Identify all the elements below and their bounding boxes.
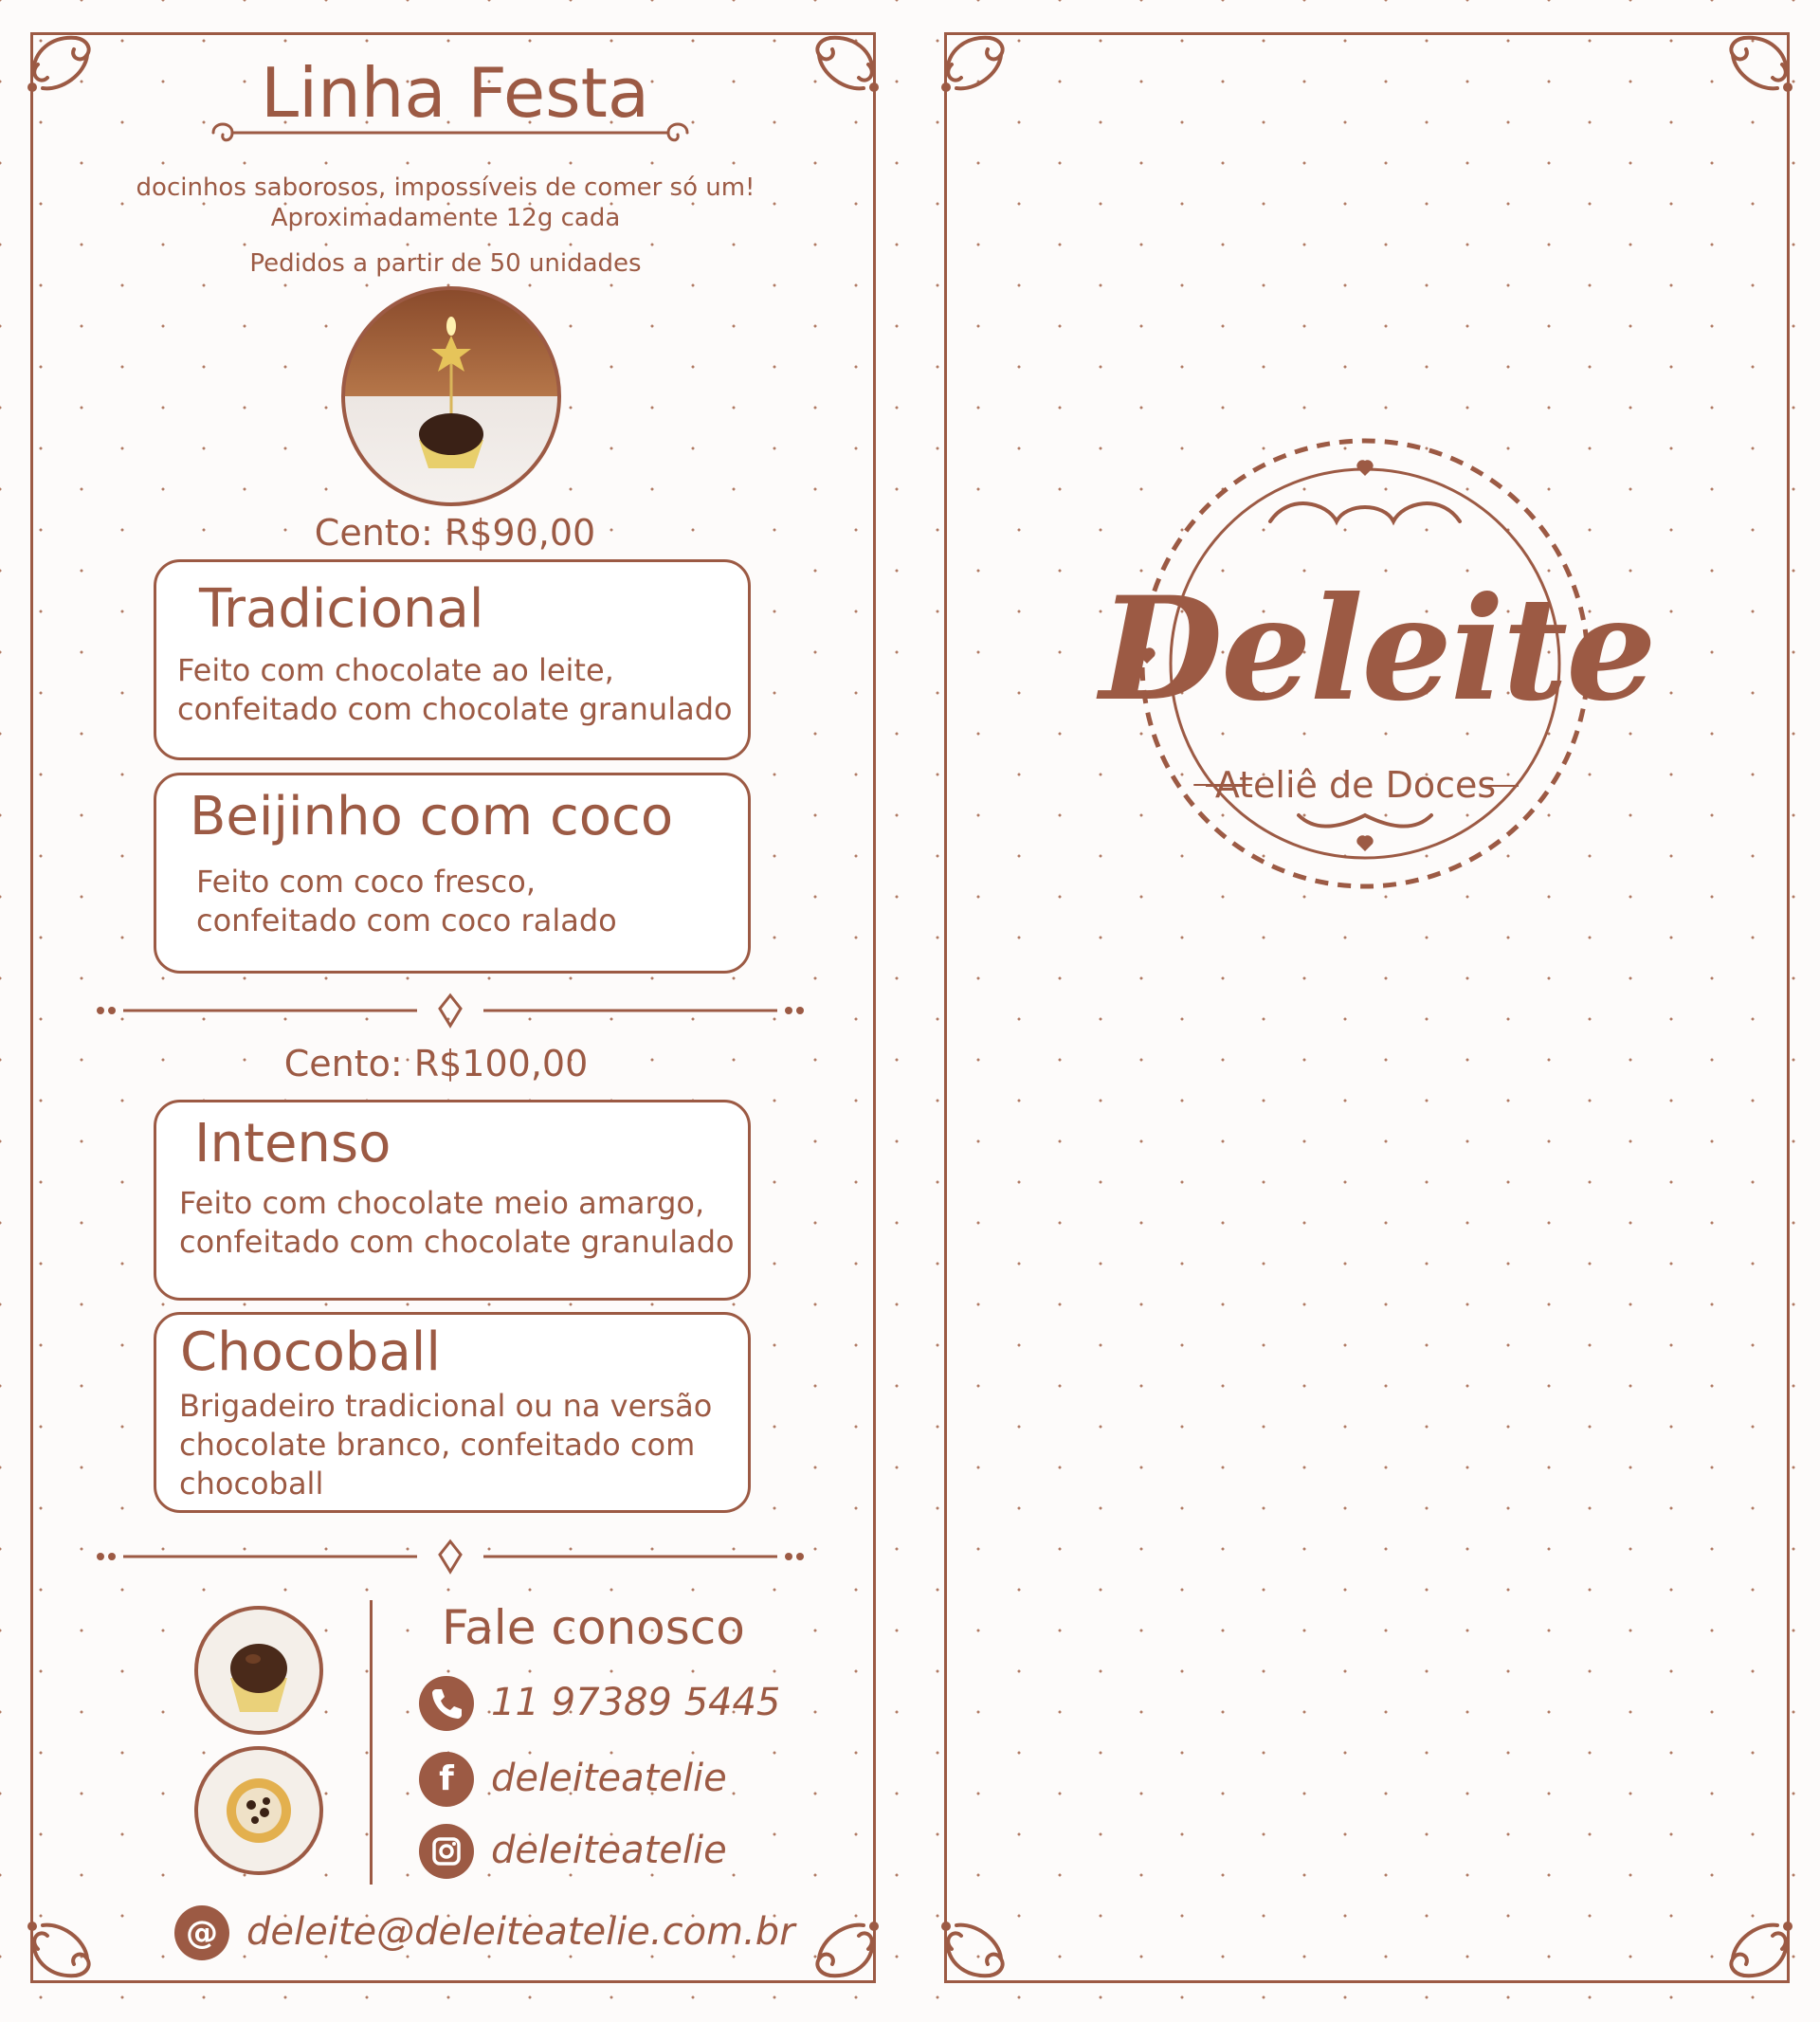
corner-ornament-icon <box>27 1922 91 1978</box>
corner-ornament-icon <box>1729 1922 1793 1978</box>
phone-number-link[interactable]: 11 97389 5445 <box>491 1680 780 1725</box>
item-description-line2: confeitado com chocolate granulado <box>179 1224 735 1260</box>
brigadeiro-photo-small-2 <box>194 1746 323 1875</box>
brigadeiro-illustration-icon <box>230 1644 287 1712</box>
brigadeiro-candle-photo <box>341 286 561 506</box>
item-description-line3: chocoball <box>179 1466 324 1502</box>
brand-logo-text: Deleite <box>1100 566 1657 733</box>
item-description-line2: confeitado com coco ralado <box>196 902 617 938</box>
corner-ornament-icon <box>1729 35 1793 92</box>
contact-separator <box>370 1600 373 1885</box>
item-description-line1: Feito com chocolate meio amargo, <box>179 1185 705 1221</box>
brand-subtitle: Ateliê de Doces <box>1214 764 1497 806</box>
menu-card-tradicional: Tradicional Feito com chocolate ao leite… <box>154 559 751 760</box>
at-sign-icon: @ <box>174 1905 229 1960</box>
facebook-icon: f <box>419 1752 474 1807</box>
item-description-line1: Feito com coco fresco, <box>196 864 536 900</box>
section2-price: Cento: R$100,00 <box>283 1043 589 1084</box>
item-name: Tradicional <box>199 578 484 640</box>
corner-ornament-icon <box>815 1922 879 1978</box>
instagram-icon <box>419 1824 474 1879</box>
section-divider-ornament-icon <box>97 993 804 1029</box>
menu-tagline: docinhos saborosos, impossíveis de comer… <box>136 173 755 202</box>
item-description-line2: confeitado com chocolate granulado <box>177 691 733 727</box>
section1-price: Cento: R$90,00 <box>314 512 596 554</box>
menu-card-chocoball: Chocoball Brigadeiro tradicional ou na v… <box>154 1312 751 1513</box>
cover-panel-border <box>944 32 1790 1983</box>
brigadeiro-photo-small-1 <box>194 1606 323 1735</box>
corner-ornament-icon <box>941 1922 1005 1978</box>
menu-card-intenso: Intenso Feito com chocolate meio amargo,… <box>154 1100 751 1301</box>
title-underline-ornament-icon <box>211 122 689 142</box>
section-divider-ornament-icon <box>97 1539 804 1575</box>
item-description-line2: chocolate branco, confeitado com <box>179 1427 696 1463</box>
weight-note: Aproximadamente 12g cada <box>270 204 621 232</box>
item-description-line1: Feito com chocolate ao leite, <box>177 652 614 688</box>
brigadeiro-illustration-icon <box>419 317 483 468</box>
facebook-link[interactable]: deleiteatelie <box>491 1756 727 1801</box>
min-order-note: Pedidos a partir de 50 unidades <box>249 249 642 278</box>
item-name: Beijinho com coco <box>190 786 674 847</box>
phone-icon <box>419 1676 474 1731</box>
chocoball-illustration-icon <box>227 1778 291 1843</box>
contact-heading: Fale conosco <box>442 1600 745 1655</box>
item-name: Intenso <box>194 1113 391 1175</box>
item-description-line1: Brigadeiro tradicional ou na versão <box>179 1388 713 1424</box>
email-link[interactable]: deleite@deleiteatelie.com.br <box>246 1909 795 1955</box>
instagram-link[interactable]: deleiteatelie <box>491 1828 727 1873</box>
corner-ornament-icon <box>941 35 1005 92</box>
item-name: Chocoball <box>180 1321 441 1383</box>
menu-card-beijinho: Beijinho com coco Feito com coco fresco,… <box>154 773 751 974</box>
